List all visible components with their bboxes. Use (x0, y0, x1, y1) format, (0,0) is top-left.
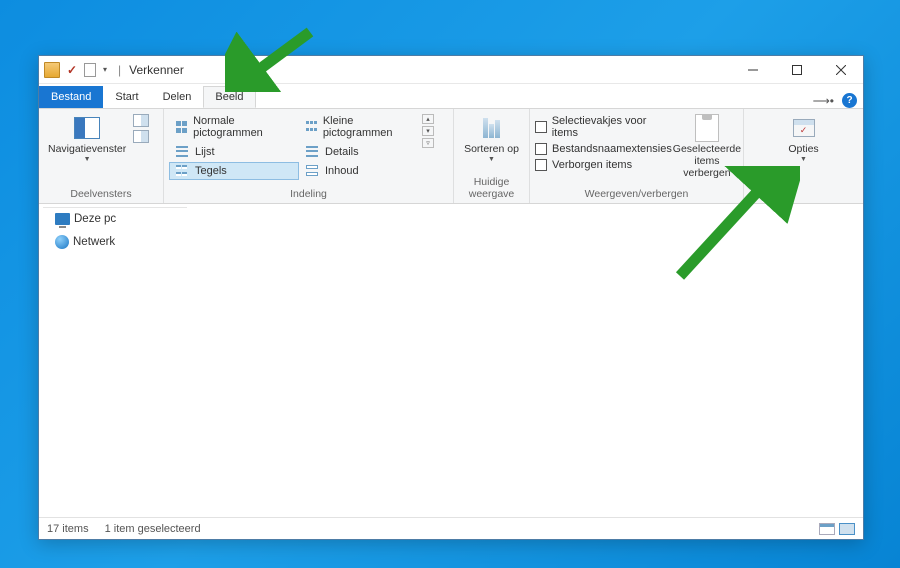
ribbon-tabstrip: Bestand Start Delen Beeld ⟶• ? (39, 84, 863, 108)
chevron-down-icon: ▼ (84, 156, 91, 164)
checkbox-extensies[interactable]: Bestandsnaamextensies (535, 143, 672, 155)
layout-scroll-down-icon[interactable]: ▾ (422, 126, 434, 136)
view-tiles-icon[interactable] (839, 523, 855, 535)
window-controls (731, 56, 863, 84)
preview-pane-icon[interactable] (133, 114, 149, 127)
qat-dropdown-icon[interactable]: ▾ (100, 65, 110, 74)
group-label-huidige-weergave: Huidige weergave (454, 174, 529, 203)
nav-network[interactable]: Netwerk (43, 233, 187, 251)
ribbon: Navigatievenster ▼ Deelvensters Normale … (39, 108, 863, 204)
opties-button[interactable]: ✓ Opties ▼ (781, 112, 827, 164)
file-view[interactable] (191, 204, 863, 517)
navigation-pane[interactable]: Deze pc Netwerk (39, 204, 191, 517)
layout-normal[interactable]: Normale pictogrammen (169, 112, 299, 142)
layout-scroll-up-icon[interactable]: ▴ (422, 114, 434, 124)
chevron-down-icon: ▼ (800, 156, 807, 164)
window-title: Verkenner (129, 63, 184, 77)
group-label-deelvensters: Deelvensters (39, 186, 163, 203)
layout-expand-icon[interactable]: ▿ (422, 138, 434, 148)
layout-kleine[interactable]: Kleine pictogrammen (299, 112, 417, 142)
details-pane-icon[interactable] (133, 130, 149, 143)
minimize-button[interactable] (731, 56, 775, 84)
group-label-weergeven-verbergen: Weergeven/verbergen (530, 186, 743, 203)
tab-delen[interactable]: Delen (151, 86, 204, 108)
explorer-icon (44, 62, 60, 78)
collapse-ribbon-icon[interactable]: ⟶• (813, 94, 834, 108)
view-details-icon[interactable] (819, 523, 835, 535)
sorteren-op-button[interactable]: Sorteren op ▼ (460, 112, 523, 164)
maximize-button[interactable] (775, 56, 819, 84)
tab-beeld[interactable]: Beeld (203, 86, 255, 108)
help-icon[interactable]: ? (842, 93, 857, 108)
titlebar-left: ✓ ▾ | Verkenner (39, 62, 184, 78)
qat-newfolder-icon[interactable] (84, 63, 96, 77)
chevron-down-icon: ▼ (488, 156, 495, 164)
group-label-indeling: Indeling (164, 186, 453, 203)
layout-lijst[interactable]: Lijst (169, 143, 299, 161)
network-icon (55, 235, 69, 249)
content-area: Deze pc Netwerk (39, 204, 863, 517)
file-explorer-window: ✓ ▾ | Verkenner Bestand Start Delen Beel… (38, 55, 864, 540)
layout-tegels[interactable]: Tegels (169, 162, 299, 180)
checkbox-selectievakjes[interactable]: Selectievakjes voor items (535, 115, 672, 139)
status-selected-count: 1 item geselecteerd (105, 523, 201, 535)
pc-icon (55, 213, 70, 225)
hide-selected-button[interactable]: Geselecteerde items verbergen (676, 112, 738, 179)
tab-bestand[interactable]: Bestand (39, 86, 103, 108)
titlebar: ✓ ▾ | Verkenner (39, 56, 863, 84)
tab-start[interactable]: Start (103, 86, 150, 108)
qat-properties-icon[interactable]: ✓ (64, 62, 80, 78)
layout-details[interactable]: Details (299, 143, 417, 161)
nav-thispc[interactable]: Deze pc (43, 211, 187, 227)
title-separator: | (118, 63, 121, 77)
sorteren-label: Sorteren op (464, 143, 519, 155)
layout-inhoud[interactable]: Inhoud (299, 162, 417, 180)
pane-toggles (133, 112, 149, 143)
checkbox-verborgen[interactable]: Verborgen items (535, 159, 672, 171)
statusbar: 17 items 1 item geselecteerd (39, 517, 863, 539)
status-item-count: 17 items (47, 523, 89, 535)
navigatievenster-label: Navigatievenster (48, 143, 126, 155)
close-button[interactable] (819, 56, 863, 84)
navigatievenster-button[interactable]: Navigatievenster ▼ (44, 112, 130, 164)
